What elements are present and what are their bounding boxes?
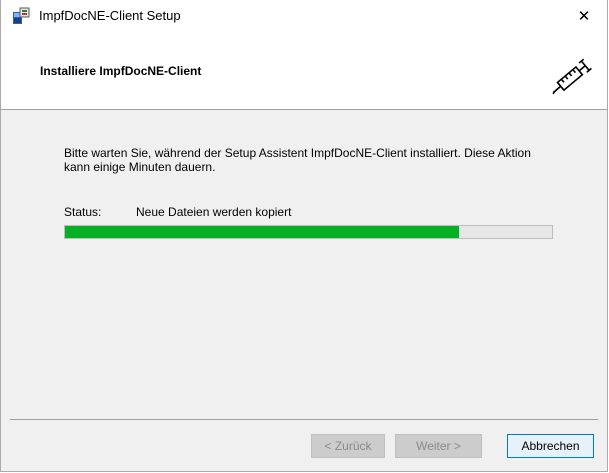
next-button[interactable]: Weiter > [395,434,482,458]
close-button[interactable]: ✕ [561,0,607,31]
setup-window: ImpfDocNE-Client Setup ✕ Installiere Imp… [0,0,608,472]
window-title: ImpfDocNE-Client Setup [39,8,181,23]
back-button[interactable]: < Zurück [311,434,385,458]
install-progress-bar [64,225,553,239]
status-value: Neue Dateien werden kopiert [136,205,292,219]
progress-fill [65,226,460,238]
close-icon: ✕ [577,7,591,25]
cancel-button[interactable]: Abbrechen [507,434,594,458]
install-description: Bitte warten Sie, während der Setup Assi… [64,146,531,174]
page-title: Installiere ImpfDocNE-Client [40,64,202,78]
footer-divider [10,419,598,420]
installer-app-icon [12,7,30,25]
wizard-header: Installiere ImpfDocNE-Client [1,31,607,110]
title-bar[interactable]: ImpfDocNE-Client Setup ✕ [1,0,607,31]
status-label: Status: [64,205,102,219]
syringe-icon [549,54,597,98]
